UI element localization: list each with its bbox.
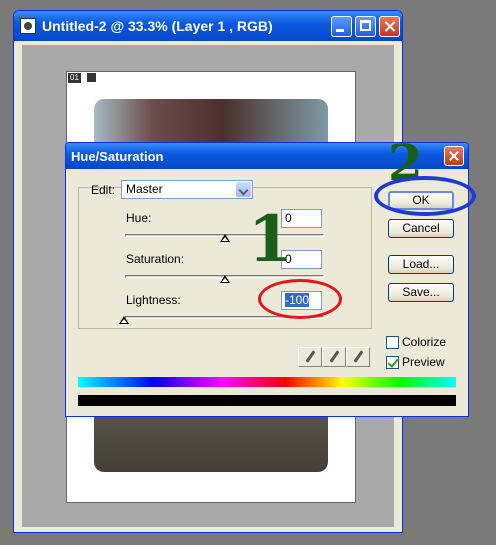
minimize-button[interactable] <box>331 16 352 37</box>
edit-channel-select[interactable]: Master <box>121 180 253 199</box>
lightness-slider-thumb[interactable] <box>119 316 129 324</box>
eyedropper-plus-icon[interactable] <box>322 347 346 367</box>
color-spectrum-bar <box>78 377 456 387</box>
chevron-down-icon[interactable] <box>236 182 251 197</box>
page-number-tag: 01 <box>68 73 81 83</box>
lightness-label: Lightness: <box>126 293 181 307</box>
hue-slider-thumb[interactable] <box>220 234 230 242</box>
close-window-button[interactable] <box>379 16 400 37</box>
eyedropper-icon[interactable] <box>298 347 322 367</box>
dialog-close-button[interactable] <box>444 146 464 166</box>
cancel-button[interactable]: Cancel <box>388 219 454 238</box>
preview-label: Preview <box>402 355 445 369</box>
load-button[interactable]: Load... <box>388 255 454 274</box>
maximize-button[interactable] <box>355 16 376 37</box>
step-1-annotation: 1 <box>248 202 293 277</box>
hue-label: Hue: <box>126 211 152 225</box>
adjusted-color-bar <box>78 395 456 406</box>
lightness-highlight-ellipse <box>258 279 342 319</box>
photoshop-app-icon[interactable] <box>20 18 36 34</box>
edit-channel-value: Master <box>126 182 163 196</box>
page-tag-icon <box>87 73 96 82</box>
save-button[interactable]: Save... <box>388 283 454 302</box>
colorize-checkbox[interactable] <box>386 336 399 349</box>
document-title: Untitled-2 @ 33.3% (Layer 1 , RGB) <box>42 18 273 34</box>
ok-highlight-ellipse <box>374 176 476 216</box>
preview-checkbox[interactable] <box>386 356 399 369</box>
document-title-bar[interactable]: Untitled-2 @ 33.3% (Layer 1 , RGB) <box>14 11 402 41</box>
saturation-label: Saturation: <box>126 252 185 266</box>
dialog-title: Hue/Saturation <box>71 149 164 164</box>
edit-label: Edit: <box>91 183 116 197</box>
eyedropper-minus-icon[interactable] <box>346 347 370 367</box>
colorize-label: Colorize <box>402 335 447 349</box>
saturation-slider-thumb[interactable] <box>220 275 230 283</box>
